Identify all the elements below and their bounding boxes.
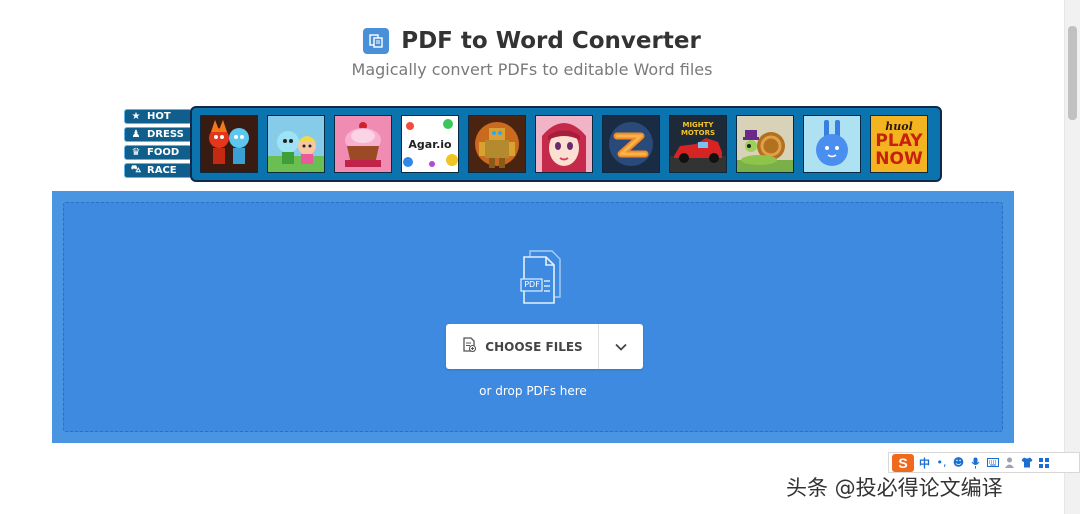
game-thumb-cupcake[interactable] bbox=[334, 115, 392, 173]
game-thumb-cartoon-kids[interactable] bbox=[267, 115, 325, 173]
games-strip: Agar.io MIGHTY MOTORS huol PLAY NOW bbox=[190, 106, 942, 182]
snail-image bbox=[737, 116, 793, 172]
ime-toolbar: S 中 •, ☻ bbox=[888, 452, 1080, 473]
drop-hint: or drop PDFs here bbox=[479, 384, 587, 398]
pdf-badge-label: PDF bbox=[524, 280, 540, 289]
choose-files-label: CHOOSE FILES bbox=[485, 339, 583, 354]
game-thumb-play-now[interactable]: huol PLAY NOW bbox=[870, 115, 928, 173]
slither-image bbox=[603, 116, 659, 172]
choose-files-button[interactable]: CHOOSE FILES bbox=[446, 324, 599, 369]
user-icon[interactable] bbox=[1003, 455, 1016, 471]
mighty-motors-label: MIGHTY MOTORS bbox=[680, 121, 716, 137]
game-thumb-agar-io[interactable]: Agar.io bbox=[401, 115, 459, 173]
game-thumb-fireboy-watergirl[interactable] bbox=[200, 115, 258, 173]
page-title: PDF to Word Converter bbox=[401, 28, 701, 54]
fireboy-watergirl-image bbox=[201, 116, 257, 172]
document-convert-icon bbox=[363, 28, 390, 54]
game-thumb-robot[interactable] bbox=[468, 115, 526, 173]
blue-bunny-image bbox=[804, 116, 860, 172]
cupcake-image bbox=[335, 116, 391, 172]
category-hot[interactable]: ★ HOT bbox=[124, 109, 192, 124]
chef-hat-icon: ♛ bbox=[131, 147, 141, 158]
skin-icon[interactable] bbox=[1020, 455, 1033, 471]
game-thumb-blue-bunny[interactable] bbox=[803, 115, 861, 173]
page: PDF to Word Converter Magically convert … bbox=[0, 0, 1080, 514]
file-add-icon bbox=[461, 337, 477, 356]
category-food[interactable]: ♛ FOOD bbox=[124, 145, 192, 160]
choose-files-group: CHOOSE FILES bbox=[446, 324, 643, 369]
emoji-icon[interactable]: ☻ bbox=[952, 455, 965, 471]
cartoon-kids-image bbox=[268, 116, 324, 172]
game-thumb-snail[interactable] bbox=[736, 115, 794, 173]
agar-io-label: Agar.io bbox=[408, 138, 452, 151]
chinese-mode-icon[interactable]: 中 bbox=[918, 455, 931, 471]
games-ad-banner: ★ HOT ♟ DRESS ♛ FOOD ⛍ RACE Agar.io MIGH… bbox=[124, 106, 942, 182]
game-category-list: ★ HOT ♟ DRESS ♛ FOOD ⛍ RACE bbox=[124, 109, 192, 181]
file-drop-zone[interactable]: PDF CHOOSE FILES or drop PDFs here bbox=[63, 202, 1003, 432]
title-row: PDF to Word Converter bbox=[0, 28, 1064, 54]
punctuation-icon[interactable]: •, bbox=[935, 455, 948, 471]
anime-girl-image bbox=[536, 116, 592, 172]
watermark-text: 头条 @投必得论文编译 bbox=[786, 476, 1003, 500]
keyboard-icon[interactable] bbox=[986, 455, 999, 471]
scrollbar-thumb[interactable] bbox=[1068, 26, 1077, 120]
category-label: FOOD bbox=[147, 147, 180, 158]
car-icon: ⛍ bbox=[130, 164, 142, 175]
microphone-icon[interactable] bbox=[969, 455, 982, 471]
category-dress[interactable]: ♟ DRESS bbox=[124, 127, 192, 142]
game-thumb-mighty-motors[interactable]: MIGHTY MOTORS bbox=[669, 115, 727, 173]
category-label: RACE bbox=[147, 165, 177, 176]
category-label: HOT bbox=[147, 111, 171, 122]
upload-panel: PDF CHOOSE FILES or drop PDFs here bbox=[52, 191, 1014, 443]
play-now-brand: huol bbox=[885, 119, 913, 133]
category-label: DRESS bbox=[147, 129, 184, 140]
robot-image bbox=[469, 116, 525, 172]
pdf-document-icon: PDF bbox=[520, 249, 570, 310]
chevron-down-icon bbox=[615, 338, 627, 356]
category-race[interactable]: ⛍ RACE bbox=[124, 163, 192, 178]
page-scrollbar[interactable] bbox=[1064, 0, 1080, 514]
person-icon: ♟ bbox=[131, 129, 141, 140]
grid-icon[interactable] bbox=[1037, 455, 1050, 471]
choose-files-dropdown-button[interactable] bbox=[599, 324, 643, 369]
sogou-logo-icon[interactable]: S bbox=[892, 453, 914, 472]
page-subtitle: Magically convert PDFs to editable Word … bbox=[351, 60, 713, 79]
play-now-label: PLAY NOW bbox=[875, 130, 923, 169]
game-thumb-slither[interactable] bbox=[602, 115, 660, 173]
star-icon: ★ bbox=[131, 111, 141, 122]
game-thumb-anime-girl[interactable] bbox=[535, 115, 593, 173]
page-header: PDF to Word Converter Magically convert … bbox=[0, 28, 1064, 79]
